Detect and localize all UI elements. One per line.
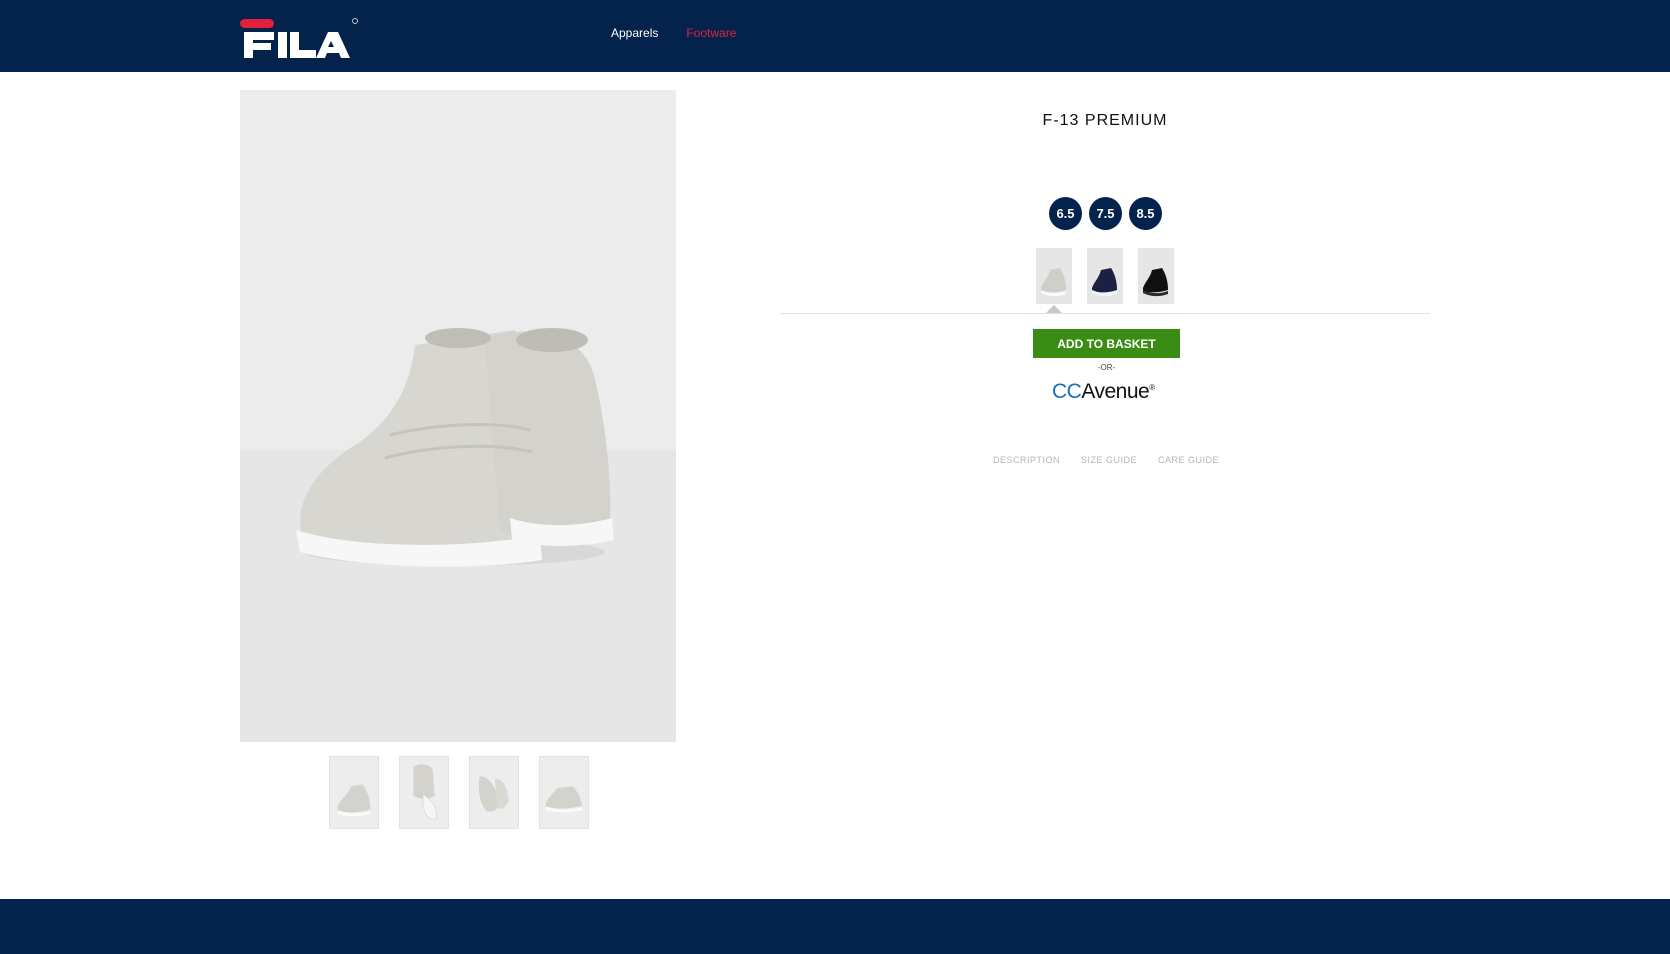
product-info-tabs: DESCRIPTION SIZE GUIDE CARE GUIDE (993, 455, 1219, 465)
or-separator: -OR- (1097, 363, 1116, 372)
grey-shoe-icon (1036, 248, 1072, 304)
nav-apparels[interactable]: Apparels (611, 26, 658, 40)
size-option-8-5[interactable]: 8.5 (1129, 197, 1162, 230)
gallery-thumb-2[interactable] (399, 756, 449, 829)
site-footer (0, 899, 1670, 954)
fila-logo-icon (240, 18, 358, 58)
tab-size-guide[interactable]: SIZE GUIDE (1081, 455, 1137, 465)
black-shoe-icon (1138, 248, 1174, 304)
divider (780, 313, 1430, 314)
ccavenue-cc-text: CC (1052, 380, 1082, 403)
size-selector: 6.5 7.5 8.5 (1049, 197, 1162, 230)
shoe-thumb-icon (330, 757, 378, 828)
main-nav: Apparels Footware (611, 26, 736, 40)
ccavenue-reg-mark: ® (1149, 383, 1155, 392)
shoe-thumb-icon (540, 757, 588, 828)
product-title: F-13 PREMIUM (1042, 112, 1168, 129)
gallery-thumb-3[interactable] (469, 756, 519, 829)
nav-footware[interactable]: Footware (686, 26, 736, 40)
shoe-thumb-icon (470, 757, 518, 828)
tab-description[interactable]: DESCRIPTION (993, 455, 1060, 465)
add-to-basket-button[interactable]: ADD TO BASKET (1033, 329, 1180, 358)
tab-care-guide[interactable]: CARE GUIDE (1158, 455, 1219, 465)
gallery-thumb-1[interactable] (329, 756, 379, 829)
size-option-7-5[interactable]: 7.5 (1089, 197, 1122, 230)
color-option-grey[interactable] (1036, 248, 1072, 304)
color-selector (1036, 248, 1174, 304)
shoe-thumb-icon (400, 757, 448, 828)
color-option-navy[interactable] (1087, 248, 1123, 304)
color-option-black[interactable] (1138, 248, 1174, 304)
product-main-image[interactable] (240, 90, 676, 742)
gallery-thumbnails (329, 756, 589, 829)
ccavenue-avenue-text: Avenue (1081, 380, 1150, 403)
site-header: Apparels Footware (0, 0, 1670, 72)
navy-shoe-icon (1087, 248, 1123, 304)
gallery-thumb-4[interactable] (539, 756, 589, 829)
ccavenue-payment-button[interactable]: CCAvenue® (1052, 380, 1155, 404)
size-option-6-5[interactable]: 6.5 (1049, 197, 1082, 230)
fila-logo[interactable] (240, 16, 360, 58)
shoe-photo-icon (240, 90, 676, 742)
